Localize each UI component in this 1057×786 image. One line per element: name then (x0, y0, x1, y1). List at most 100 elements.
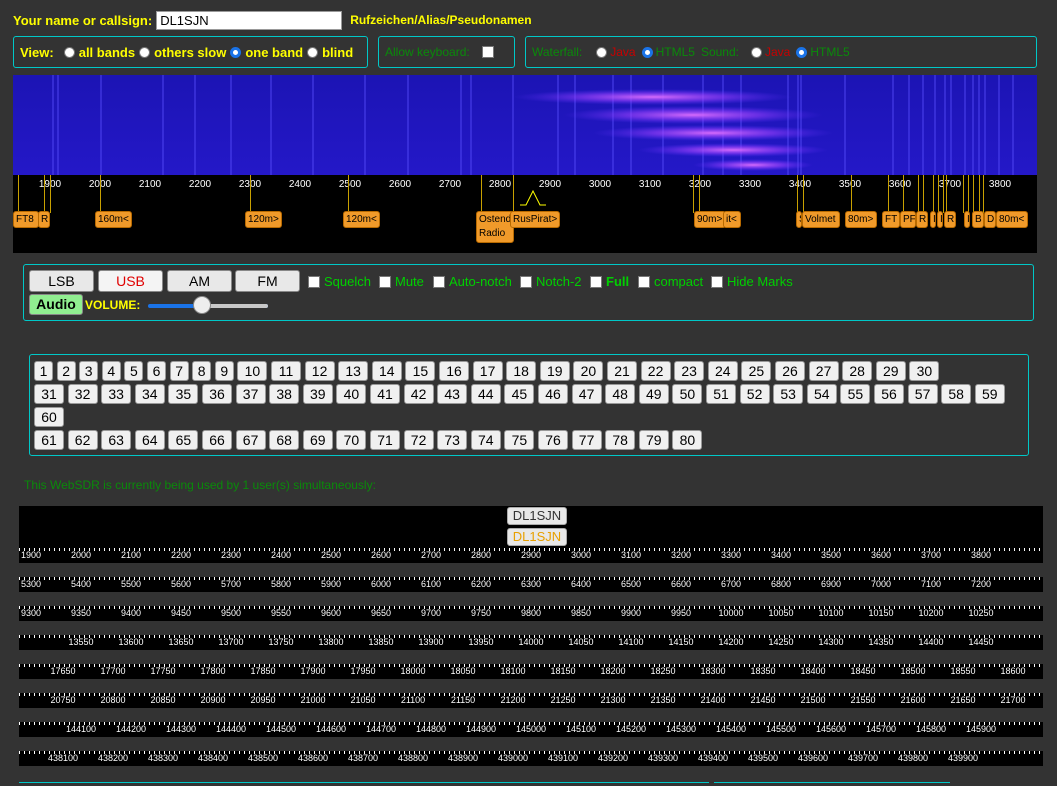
band-button[interactable]: 58 (941, 384, 972, 404)
band-button[interactable]: 7 (169, 361, 189, 381)
band-scale-strip[interactable]: 9300 9350 9400 9450 9500 9550 9600 9650 9700 9750… (19, 606, 1043, 621)
station-marker[interactable]: 80m> (845, 211, 877, 228)
band-button[interactable]: 13 (338, 361, 369, 381)
band-button[interactable]: 59 (974, 384, 1005, 404)
band-button[interactable]: 9 (214, 361, 234, 381)
checkbox-full[interactable]: Full (590, 274, 629, 289)
band-button[interactable]: 67 (235, 430, 266, 450)
band-button[interactable]: 41 (370, 384, 400, 404)
station-marker[interactable]: 90m> (694, 211, 726, 228)
station-marker[interactable]: R (944, 211, 956, 228)
band-button[interactable]: 30 (909, 361, 940, 381)
band-button[interactable]: 20 (573, 361, 604, 381)
band-button[interactable]: 6 (147, 361, 166, 381)
band-button[interactable]: 73 (437, 430, 468, 450)
band-button[interactable]: 8 (192, 361, 212, 381)
band-button[interactable]: 31 (34, 384, 64, 404)
view-radio-blind[interactable] (307, 46, 319, 58)
station-marker[interactable]: I (937, 211, 943, 228)
frequency-scale[interactable]: 1900200021002200230024002500260027002800… (13, 175, 1037, 253)
station-marker[interactable]: FT8 (13, 211, 39, 228)
station-marker[interactable]: 80m< (996, 211, 1028, 228)
band-button[interactable]: 77 (571, 430, 602, 450)
mode-button-am[interactable]: AM (167, 270, 232, 292)
band-button[interactable]: 63 (101, 430, 132, 450)
mode-button-fm[interactable]: FM (235, 270, 300, 292)
band-button[interactable]: 34 (134, 384, 165, 404)
band-button[interactable]: 44 (470, 384, 501, 404)
band-button[interactable]: 29 (875, 361, 906, 381)
checkbox-box[interactable] (308, 275, 320, 288)
station-marker[interactable]: RusPirat> (510, 211, 560, 228)
band-button[interactable]: 22 (640, 361, 671, 381)
sound-java-radio[interactable] (750, 46, 762, 58)
band-button[interactable]: 64 (134, 430, 165, 450)
waterfall-html5-radio[interactable] (641, 46, 653, 58)
band-button[interactable]: 24 (707, 361, 738, 381)
view-radio-all-bands[interactable] (63, 46, 75, 58)
band-button[interactable]: 53 (773, 384, 804, 404)
band-button[interactable]: 48 (605, 384, 636, 404)
band-button[interactable]: 74 (470, 430, 501, 450)
band-button[interactable]: 50 (672, 384, 703, 404)
audio-button[interactable]: Audio (29, 294, 83, 315)
band-button[interactable]: 43 (437, 384, 468, 404)
band-scale-strip[interactable]: 20750 20800 20850 20900 20950 21000 21050 21100… (19, 693, 1043, 708)
station-marker[interactable]: Volmet (802, 211, 840, 228)
band-button[interactable]: 17 (472, 361, 503, 381)
band-button[interactable]: 52 (739, 384, 770, 404)
band-button[interactable]: 33 (101, 384, 132, 404)
band-scale-strip[interactable]: 5300 5400 5500 5600 5700 5800 5900 6000 6100 6200… (19, 577, 1043, 592)
band-button[interactable]: 12 (304, 361, 335, 381)
volume-slider-handle[interactable] (193, 296, 211, 314)
checkbox-box[interactable] (590, 275, 602, 288)
band-button[interactable]: 76 (538, 430, 568, 450)
band-button[interactable]: 61 (34, 430, 64, 450)
station-marker[interactable]: Ostend Radio (476, 211, 514, 243)
checkbox-mute[interactable]: Mute (379, 274, 424, 289)
checkbox-hide-marks[interactable]: Hide Marks (711, 274, 793, 289)
band-button[interactable]: 71 (370, 430, 400, 450)
band-button[interactable]: 25 (741, 361, 772, 381)
band-button[interactable]: 68 (269, 430, 300, 450)
view-radio-others-slow[interactable] (139, 46, 151, 58)
station-marker[interactable]: PF (900, 211, 916, 228)
band-button[interactable]: 39 (302, 384, 333, 404)
station-marker[interactable]: it< (723, 211, 741, 228)
waterfall-java-radio[interactable] (596, 46, 608, 58)
band-button[interactable]: 42 (403, 384, 434, 404)
band-button[interactable]: 19 (539, 361, 570, 381)
band-button[interactable]: 15 (405, 361, 436, 381)
band-scale-strip[interactable]: 13550 13600 13650 13700 13750 13800 13850 13900… (19, 635, 1043, 650)
station-marker[interactable]: R (38, 211, 50, 228)
band-button[interactable]: 56 (874, 384, 904, 404)
band-scale-strip[interactable]: 17650 17700 17750 17800 17850 17900 17950 18000… (19, 664, 1043, 679)
station-marker[interactable]: R (916, 211, 928, 228)
mode-button-lsb[interactable]: LSB (29, 270, 94, 292)
band-button[interactable]: 70 (336, 430, 367, 450)
band-button[interactable]: 23 (674, 361, 705, 381)
station-marker[interactable]: 120m> (245, 211, 282, 228)
station-marker[interactable]: B (972, 211, 984, 228)
checkbox-box[interactable] (433, 275, 445, 288)
checkbox-notch-2[interactable]: Notch-2 (520, 274, 582, 289)
band-button[interactable]: 80 (672, 430, 703, 450)
band-button[interactable]: 3 (79, 361, 99, 381)
band-button[interactable]: 10 (237, 361, 268, 381)
band-button[interactable]: 11 (271, 361, 301, 381)
band-button[interactable]: 72 (403, 430, 434, 450)
band-button[interactable]: 1 (34, 361, 53, 381)
band-button[interactable]: 2 (56, 361, 76, 381)
checkbox-compact[interactable]: compact (638, 274, 703, 289)
band-button[interactable]: 14 (371, 361, 402, 381)
band-scale-strip[interactable]: 1900 2000 2100 2200 2300 2400 2500 2600 2700 2800… (19, 548, 1043, 563)
band-button[interactable]: 69 (302, 430, 333, 450)
band-button[interactable]: 26 (775, 361, 805, 381)
band-button[interactable]: 66 (202, 430, 232, 450)
waterfall-display[interactable] (13, 75, 1037, 175)
band-button[interactable]: 49 (638, 384, 669, 404)
band-button[interactable]: 36 (202, 384, 232, 404)
band-button[interactable]: 54 (806, 384, 837, 404)
band-button[interactable]: 4 (101, 361, 121, 381)
station-marker[interactable]: 120m< (343, 211, 380, 228)
